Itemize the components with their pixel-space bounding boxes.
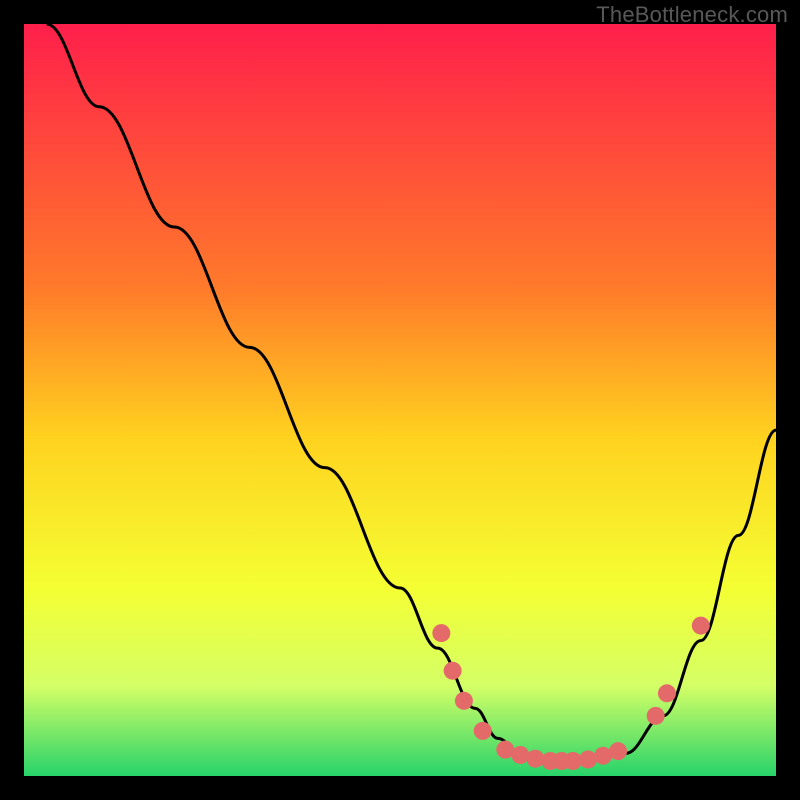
highlight-point — [455, 692, 473, 710]
highlight-point — [609, 742, 627, 760]
bottleneck-chart — [24, 24, 776, 776]
watermark-text: TheBottleneck.com — [596, 2, 788, 28]
highlight-point — [511, 746, 529, 764]
highlight-point — [432, 624, 450, 642]
highlight-point — [474, 722, 492, 740]
highlight-point — [692, 617, 710, 635]
highlight-point — [526, 750, 544, 768]
gradient-background — [24, 24, 776, 776]
highlight-point — [579, 750, 597, 768]
chart-frame — [24, 24, 776, 776]
highlight-point — [647, 707, 665, 725]
highlight-point — [444, 662, 462, 680]
highlight-point — [658, 684, 676, 702]
